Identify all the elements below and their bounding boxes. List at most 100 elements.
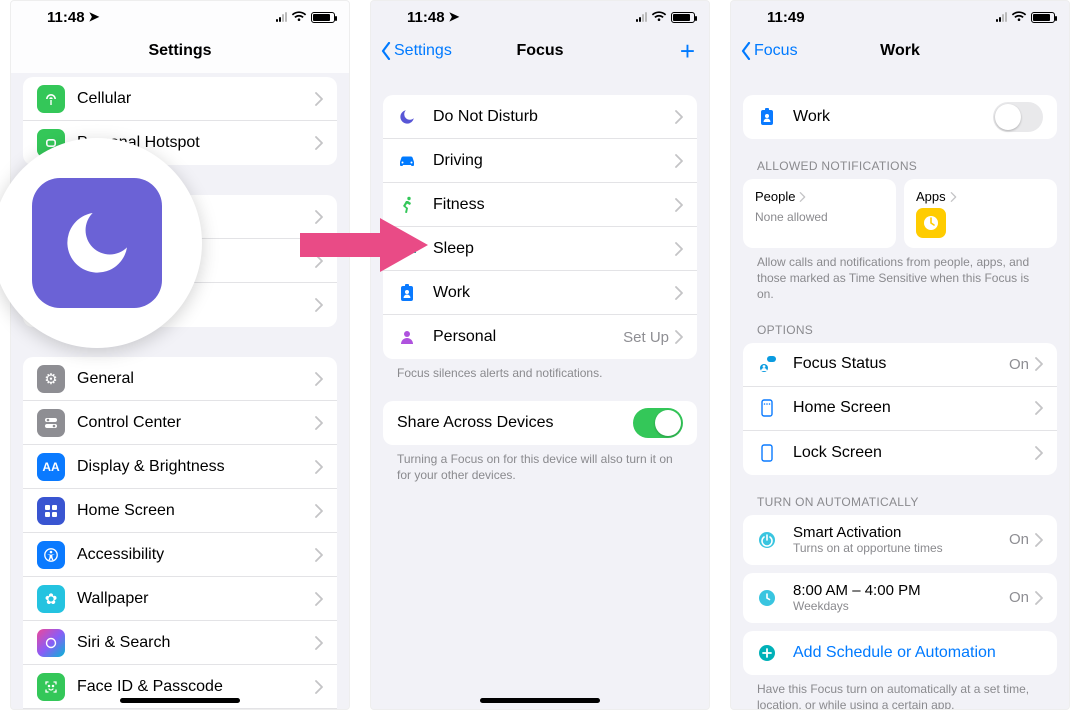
location-icon: ➤ <box>89 9 100 25</box>
grid-icon <box>37 497 65 525</box>
chevron-right-icon <box>1035 357 1043 371</box>
row-schedule[interactable]: 8:00 AM – 4:00 PM Weekdays On <box>743 573 1057 623</box>
settings-group-general: ⚙︎ General Control Center AA Display & B… <box>23 357 337 709</box>
accessibility-icon <box>37 541 65 569</box>
row-label: Home Screen <box>77 502 315 520</box>
focus-list-screen: 11:48 ➤ Settings Focus + <box>370 0 710 710</box>
chevron-right-icon <box>315 680 323 694</box>
plus-circle-icon <box>757 644 777 662</box>
back-label: Focus <box>754 42 798 60</box>
row-sublabel: Turns on at opportune times <box>793 541 943 555</box>
status-bar: 11:48 ➤ <box>11 1 349 29</box>
row-dnd[interactable]: Do Not Disturb <box>383 95 697 139</box>
row-lock-screen[interactable]: Lock Screen <box>743 431 1057 475</box>
row-sublabel: Weekdays <box>793 599 921 613</box>
allowed-people[interactable]: People None allowed <box>743 179 896 248</box>
chevron-right-icon <box>1035 446 1043 460</box>
siri-icon <box>37 629 65 657</box>
apps-title: Apps <box>916 189 946 204</box>
chevron-right-icon <box>675 110 683 124</box>
share-toggle[interactable] <box>633 408 683 438</box>
chevron-right-icon <box>315 636 323 650</box>
row-personal[interactable]: Personal Set Up <box>383 315 697 359</box>
running-icon <box>397 196 417 214</box>
row-fitness[interactable]: Fitness <box>383 183 697 227</box>
clock-app-icon <box>916 208 946 238</box>
add-schedule-group: Add Schedule or Automation <box>743 631 1057 675</box>
location-icon: ➤ <box>449 9 460 25</box>
moon-icon <box>397 108 417 126</box>
row-focus-status[interactable]: Focus Status On <box>743 343 1057 387</box>
row-label: Control Center <box>77 414 315 432</box>
phone-lock-icon <box>757 444 777 462</box>
settings-screen: 11:48 ➤ Settings Cellular <box>10 0 350 710</box>
work-toggle[interactable] <box>993 102 1043 132</box>
wifi-icon <box>1011 9 1027 25</box>
row-label: Sleep <box>433 240 675 258</box>
page-title: Focus <box>516 42 563 60</box>
row-label: 8:00 AM – 4:00 PM <box>793 582 921 599</box>
badge-icon <box>757 108 777 126</box>
clock-icon <box>757 589 777 607</box>
chevron-right-icon <box>675 242 683 256</box>
schedule-group: 8:00 AM – 4:00 PM Weekdays On <box>743 573 1057 623</box>
back-button[interactable]: Settings <box>381 29 452 73</box>
row-general[interactable]: ⚙︎ General <box>23 357 337 401</box>
options-header: OPTIONS <box>757 323 1043 337</box>
status-time: 11:48 <box>407 9 445 26</box>
add-schedule-label: Add Schedule or Automation <box>793 644 996 662</box>
status-bar: 11:48 ➤ <box>371 1 709 29</box>
badge-icon <box>397 284 417 302</box>
chevron-right-icon <box>315 92 323 106</box>
auto-header: TURN ON AUTOMATICALLY <box>757 495 1043 509</box>
row-smart-activation[interactable]: Smart Activation Turns on at opportune t… <box>743 515 1057 565</box>
row-label: Personal <box>433 328 623 346</box>
row-accessibility[interactable]: Accessibility <box>23 533 337 577</box>
person-icon <box>397 329 417 345</box>
page-title: Settings <box>148 42 211 60</box>
row-add-schedule[interactable]: Add Schedule or Automation <box>743 631 1057 675</box>
back-button[interactable]: Focus <box>741 29 798 73</box>
row-work-toggle[interactable]: Work <box>743 95 1057 139</box>
row-label: Fitness <box>433 196 675 214</box>
row-label: Display & Brightness <box>77 458 315 476</box>
options-group: Focus Status On Home Screen Lock Screen <box>743 343 1057 475</box>
chevron-right-icon <box>315 254 323 268</box>
chevron-right-icon <box>1035 401 1043 415</box>
row-detail: Set Up <box>623 329 669 346</box>
flower-icon: ✿ <box>37 585 65 613</box>
row-sleep[interactable]: Sleep <box>383 227 697 271</box>
chevron-right-icon <box>315 372 323 386</box>
row-control-center[interactable]: Control Center <box>23 401 337 445</box>
row-label: Home Screen <box>793 399 1035 417</box>
row-label: Accessibility <box>77 546 315 564</box>
chevron-right-icon <box>675 286 683 300</box>
cellular-signal-icon <box>636 12 647 22</box>
row-share-across-devices[interactable]: Share Across Devices <box>383 401 697 445</box>
row-driving[interactable]: Driving <box>383 139 697 183</box>
row-label: Work <box>793 108 993 126</box>
home-indicator[interactable] <box>120 698 240 703</box>
row-home-screen[interactable]: Home Screen <box>743 387 1057 431</box>
row-detail: On <box>1009 589 1029 606</box>
row-work[interactable]: Work <box>383 271 697 315</box>
home-indicator[interactable] <box>480 698 600 703</box>
person-bubble-icon <box>757 355 777 373</box>
row-wallpaper[interactable]: ✿ Wallpaper <box>23 577 337 621</box>
back-label: Settings <box>394 42 452 60</box>
row-label: Work <box>433 284 675 302</box>
row-siri[interactable]: Siri & Search <box>23 621 337 665</box>
work-focus-screen: 11:49 Focus Work <box>730 0 1070 710</box>
row-display[interactable]: AA Display & Brightness <box>23 445 337 489</box>
row-label: Share Across Devices <box>397 414 633 432</box>
nav-bar: Settings Focus + <box>371 29 709 73</box>
chevron-right-icon <box>675 154 683 168</box>
cellular-signal-icon <box>996 12 1007 22</box>
chevron-right-icon <box>315 548 323 562</box>
row-detail: On <box>1009 531 1029 548</box>
add-button[interactable]: + <box>680 29 695 73</box>
allowed-apps[interactable]: Apps <box>904 179 1057 248</box>
row-home-screen[interactable]: Home Screen <box>23 489 337 533</box>
row-cellular[interactable]: Cellular <box>23 77 337 121</box>
bed-icon <box>397 242 417 256</box>
